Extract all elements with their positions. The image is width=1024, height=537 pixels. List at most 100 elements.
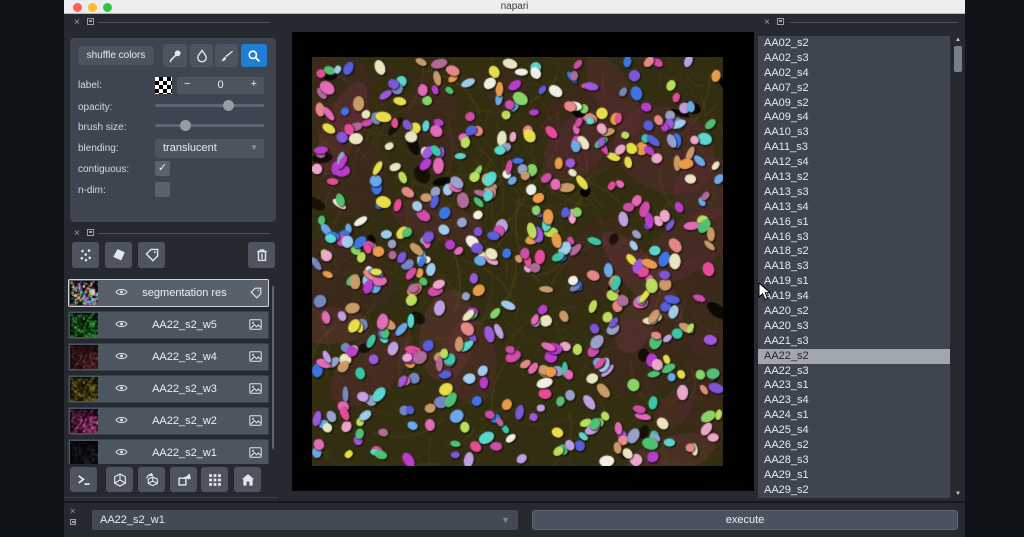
layer-visibility-eye-icon[interactable] xyxy=(115,415,128,425)
zoom-tool-button[interactable] xyxy=(241,44,267,67)
float-dock-icon[interactable] xyxy=(87,18,94,25)
image-list-item-aa25_s4[interactable]: AA25_s4 xyxy=(758,423,950,438)
home-button[interactable] xyxy=(234,467,261,492)
image-list-item-aa02_s4[interactable]: AA02_s4 xyxy=(758,66,950,81)
layer-name[interactable]: AA22_s2_w3 xyxy=(129,383,240,395)
image-list-item-aa18_s2[interactable]: AA18_s2 xyxy=(758,244,950,259)
layer-name[interactable]: AA22_s2_w2 xyxy=(129,415,240,427)
image-list-item-aa19_s4[interactable]: AA19_s4 xyxy=(758,289,950,304)
transpose-button[interactable] xyxy=(170,467,197,492)
layer-row-aa22-s2-w5[interactable]: AA22_s2_w5 xyxy=(68,311,269,339)
scroll-up-icon[interactable]: ▲ xyxy=(953,37,963,43)
image-list-item-aa16_s1[interactable]: AA16_s1 xyxy=(758,215,950,230)
shapes-icon xyxy=(112,248,126,262)
close-dock-icon[interactable]: × xyxy=(74,18,80,28)
close-dock-icon[interactable]: × xyxy=(764,18,770,28)
console-button[interactable] xyxy=(70,467,97,492)
float-dock-icon[interactable] xyxy=(70,519,76,525)
scrollbar-thumb[interactable] xyxy=(272,285,274,450)
image-list-item-aa07_s2[interactable]: AA07_s2 xyxy=(758,81,950,96)
cell-segmentation-image[interactable] xyxy=(312,57,723,466)
shuffle-colors-button[interactable]: shuffle colors xyxy=(78,46,154,65)
brush-size-slider-track[interactable] xyxy=(155,124,264,127)
layer-row-aa22-s2-w3[interactable]: AA22_s2_w3 xyxy=(68,375,269,403)
float-dock-icon[interactable] xyxy=(87,229,94,236)
layer-visibility-eye-icon[interactable] xyxy=(115,383,128,393)
labels-layer-icon xyxy=(250,287,262,299)
image-list-item-aa22_s2[interactable]: AA22_s2 xyxy=(758,348,950,364)
execute-button[interactable]: execute xyxy=(532,510,958,530)
dock-separator xyxy=(98,22,270,23)
image-list-item-aa18_s3[interactable]: AA18_s3 xyxy=(758,259,950,274)
opacity-slider-track[interactable] xyxy=(155,104,264,107)
image-list-item-aa16_s3[interactable]: AA16_s3 xyxy=(758,230,950,245)
layer-name[interactable]: AA22_s2_w5 xyxy=(129,319,240,331)
layer-row-segmentation-res[interactable]: segmentation res xyxy=(68,279,269,307)
image-list-item-aa09_s4[interactable]: AA09_s4 xyxy=(758,110,950,125)
spin-increment-icon[interactable]: + xyxy=(251,78,257,90)
blending-dropdown[interactable]: translucent ▼ xyxy=(155,139,264,158)
close-dock-icon[interactable]: × xyxy=(74,229,80,239)
grid-icon xyxy=(208,473,222,487)
brush-size-slider-handle[interactable] xyxy=(180,120,191,131)
label-color-swatch[interactable] xyxy=(155,77,172,94)
fill-tool-button[interactable] xyxy=(190,44,213,67)
scrollbar-thumb[interactable] xyxy=(954,46,962,72)
image-list-item-aa29_s1[interactable]: AA29_s1 xyxy=(758,468,950,483)
image-list-scrollbar[interactable]: ▲ ▼ xyxy=(953,36,963,498)
viewer-canvas[interactable] xyxy=(292,32,754,491)
image-list-item-aa24_s1[interactable]: AA24_s1 xyxy=(758,408,950,423)
image-list-item-aa11_s3[interactable]: AA11_s3 xyxy=(758,140,950,155)
brush-size-slider[interactable] xyxy=(155,118,264,132)
image-list-item-aa19_s1[interactable]: AA19_s1 xyxy=(758,274,950,289)
close-dock-icon[interactable]: × xyxy=(70,506,75,516)
image-list-item-aa23_s1[interactable]: AA23_s1 xyxy=(758,378,950,393)
layer-visibility-eye-icon[interactable] xyxy=(115,287,128,297)
color-picker-tool-button[interactable] xyxy=(163,44,187,67)
grid-view-button[interactable] xyxy=(201,467,228,492)
roll-dimensions-button[interactable] xyxy=(138,467,165,492)
ndisplay-button[interactable] xyxy=(106,467,133,492)
label-spinbox[interactable]: − 0 + xyxy=(177,77,264,94)
image-list-item-aa13_s3[interactable]: AA13_s3 xyxy=(758,185,950,200)
image-list-item-aa29_s2[interactable]: AA29_s2 xyxy=(758,483,950,498)
scroll-down-icon[interactable]: ▼ xyxy=(953,491,963,497)
layer-name[interactable]: segmentation res xyxy=(129,287,240,299)
image-list-item-aa20_s3[interactable]: AA20_s3 xyxy=(758,319,950,334)
image-list-item-aa23_s4[interactable]: AA23_s4 xyxy=(758,393,950,408)
image-list-item-aa12_s4[interactable]: AA12_s4 xyxy=(758,155,950,170)
new-shapes-layer-button[interactable] xyxy=(105,242,132,268)
image-dropdown[interactable]: AA22_s2_w1 ▼ xyxy=(92,510,518,530)
layer-visibility-eye-icon[interactable] xyxy=(115,447,128,457)
image-list-item-aa20_s2[interactable]: AA20_s2 xyxy=(758,304,950,319)
layer-list-scrollbar[interactable] xyxy=(272,279,274,462)
image-list-item-aa13_s2[interactable]: AA13_s2 xyxy=(758,170,950,185)
image-list-item-aa21_s3[interactable]: AA21_s3 xyxy=(758,334,950,349)
layer-row-aa22-s2-w2[interactable]: AA22_s2_w2 xyxy=(68,407,269,435)
opacity-slider-handle[interactable] xyxy=(223,100,234,111)
image-layer-icon xyxy=(249,351,262,362)
image-list-item-aa02_s3[interactable]: AA02_s3 xyxy=(758,51,950,66)
layer-name[interactable]: AA22_s2_w4 xyxy=(129,351,240,363)
new-labels-layer-button[interactable] xyxy=(138,242,165,268)
layer-row-aa22-s2-w1[interactable]: AA22_s2_w1 xyxy=(68,439,269,464)
contiguous-checkbox[interactable]: ✓ xyxy=(155,161,170,176)
new-points-layer-button[interactable] xyxy=(72,242,99,268)
image-list-item-aa02_s2[interactable]: AA02_s2 xyxy=(758,36,950,51)
image-list-item-aa10_s3[interactable]: AA10_s3 xyxy=(758,125,950,140)
image-list-item-aa28_s3[interactable]: AA28_s3 xyxy=(758,453,950,468)
layer-row-aa22-s2-w4[interactable]: AA22_s2_w4 xyxy=(68,343,269,371)
image-list-item-aa13_s4[interactable]: AA13_s4 xyxy=(758,200,950,215)
ndim-checkbox[interactable] xyxy=(155,182,170,197)
layer-visibility-eye-icon[interactable] xyxy=(115,319,128,329)
image-list-item-aa22_s3[interactable]: AA22_s3 xyxy=(758,364,950,379)
delete-layer-button[interactable] xyxy=(248,242,275,268)
image-list-item-aa26_s2[interactable]: AA26_s2 xyxy=(758,438,950,453)
titlebar[interactable]: napari xyxy=(64,0,965,14)
layer-visibility-eye-icon[interactable] xyxy=(115,351,128,361)
layer-name[interactable]: AA22_s2_w1 xyxy=(129,447,240,459)
opacity-slider[interactable] xyxy=(155,98,264,112)
image-list-item-aa09_s2[interactable]: AA09_s2 xyxy=(758,96,950,111)
float-dock-icon[interactable] xyxy=(777,18,784,25)
paint-tool-button[interactable] xyxy=(215,44,238,67)
